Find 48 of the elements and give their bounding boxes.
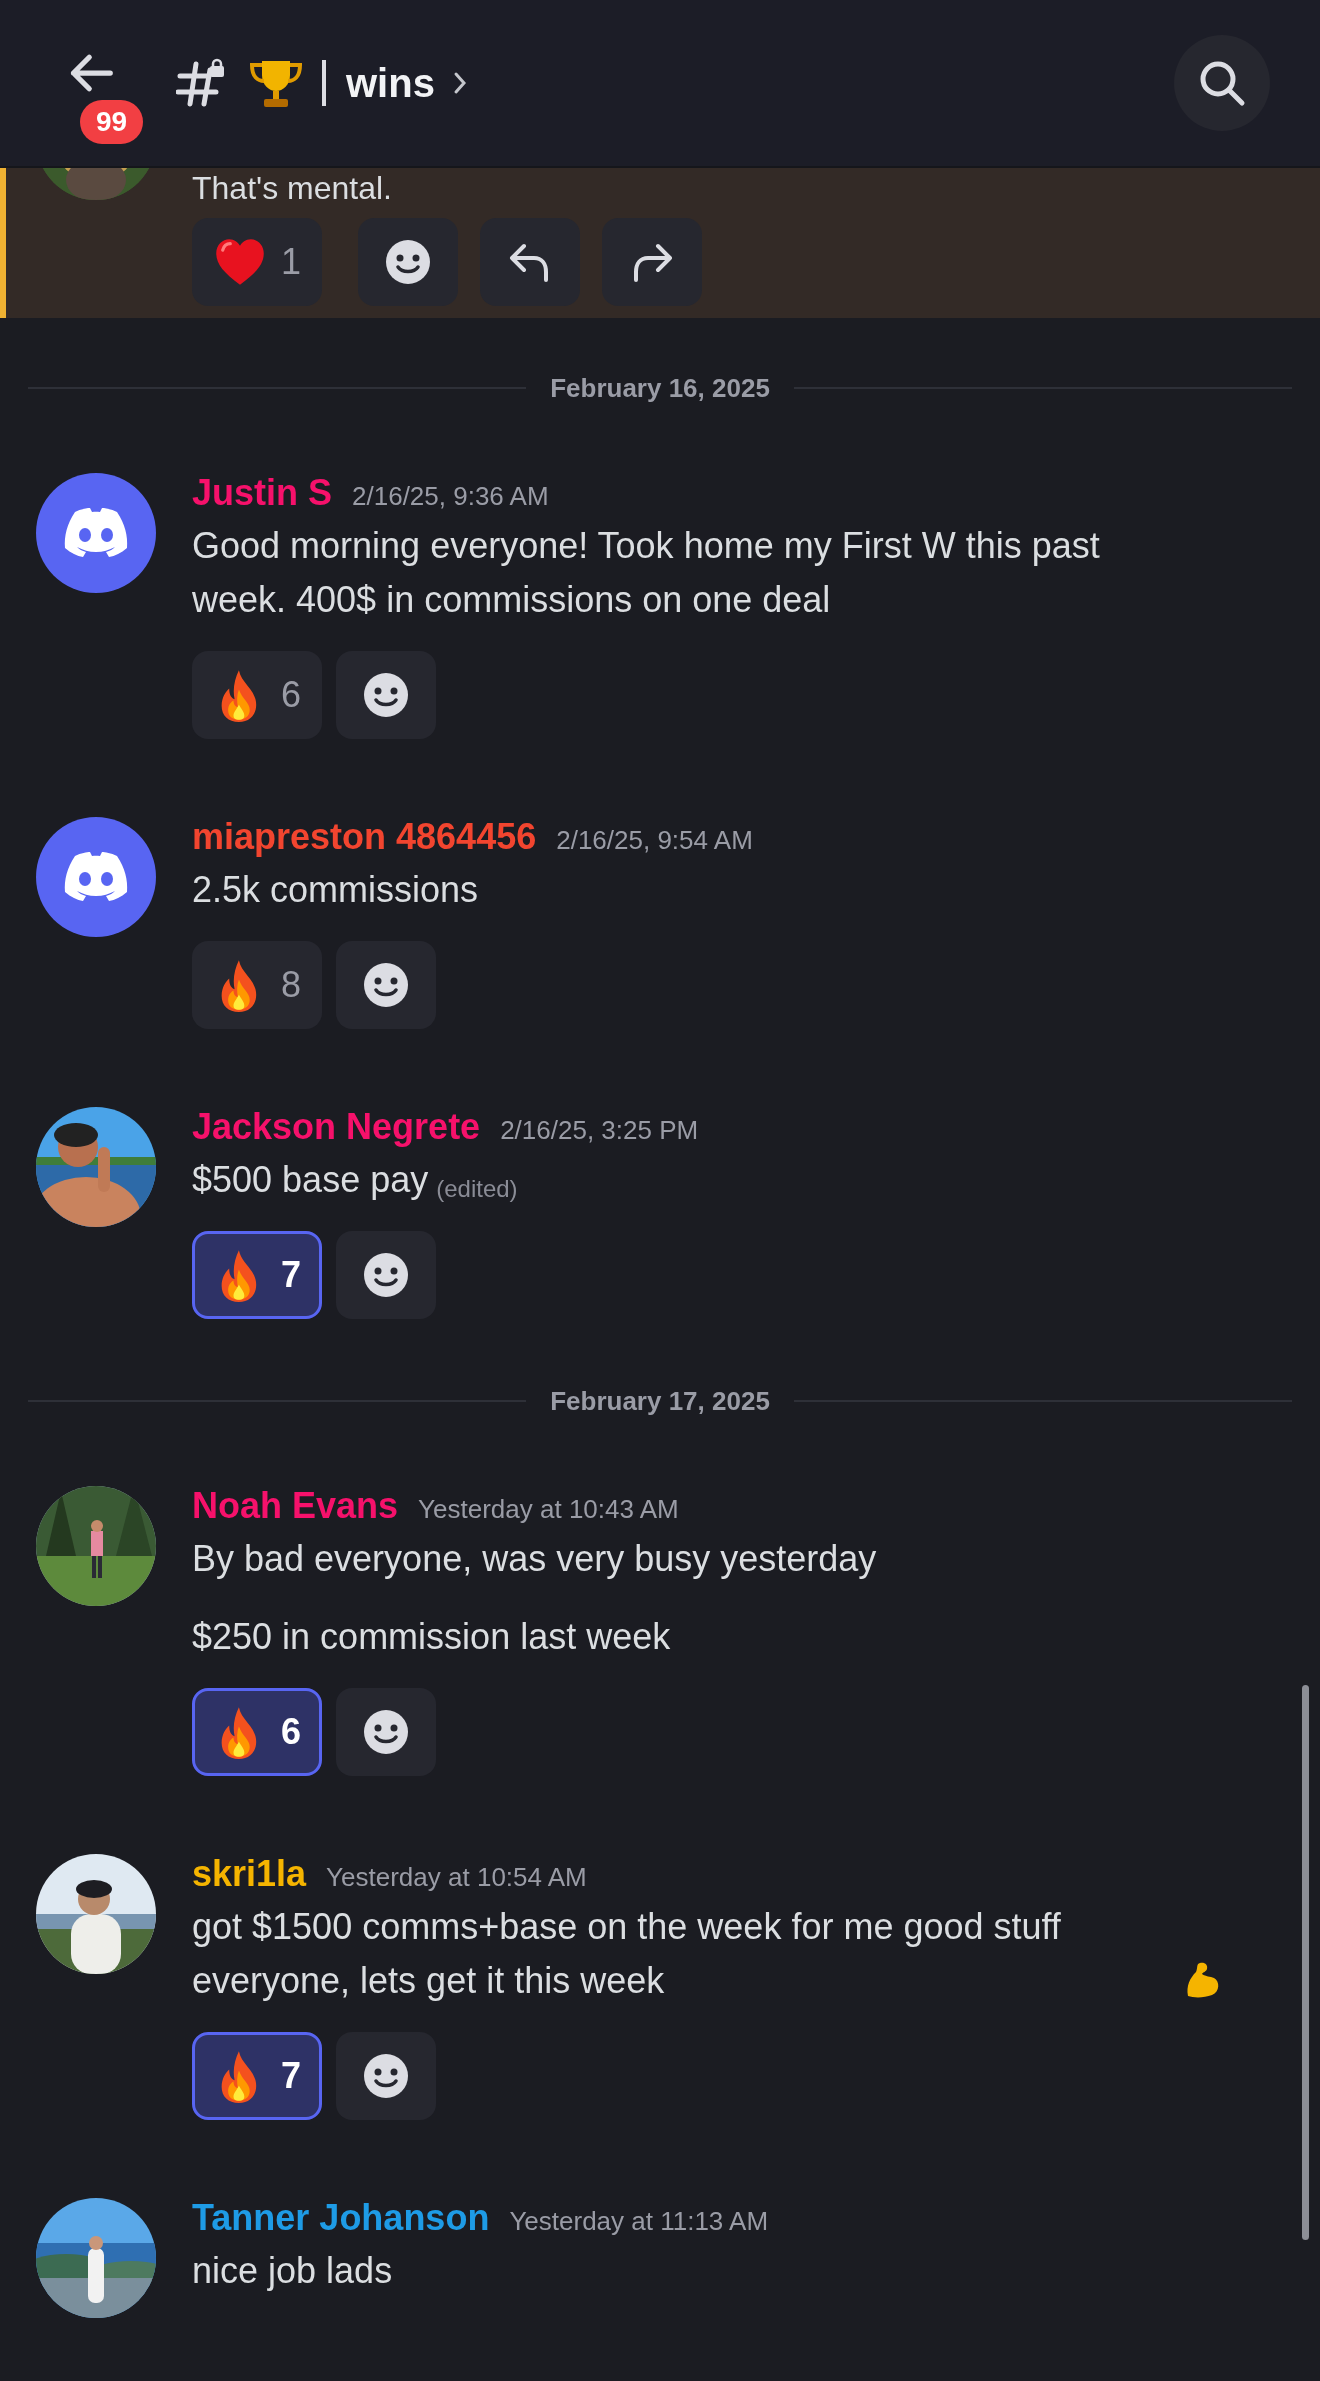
smile-icon xyxy=(385,239,432,285)
timestamp: 2/16/25, 3:25 PM xyxy=(500,1114,699,1147)
reaction-button[interactable]: 6 xyxy=(192,651,323,739)
unread-badge: 99 xyxy=(80,100,144,144)
locked-channel-icon xyxy=(176,58,226,108)
smile-icon xyxy=(363,1709,410,1755)
add-reaction-button[interactable] xyxy=(336,2032,437,2120)
chevron-icon xyxy=(452,71,467,95)
date-divider: February 16, 2025 xyxy=(550,371,770,405)
scrollbar[interactable] xyxy=(1302,1685,1309,2240)
smile-icon xyxy=(363,1252,410,1298)
message-text: nice job lads xyxy=(192,2249,394,2293)
smile-icon xyxy=(363,2053,410,2099)
add-reaction-button[interactable] xyxy=(358,218,459,306)
message-text: $500 base pay xyxy=(192,1158,429,1202)
forward-button[interactable] xyxy=(602,218,703,306)
date-divider: February 17, 2025 xyxy=(550,1384,770,1418)
author-name[interactable]: Jackson Negrete xyxy=(192,1107,481,1147)
add-reaction-button[interactable] xyxy=(336,941,437,1029)
author-name[interactable]: Noah Evans xyxy=(192,1486,399,1526)
add-reaction-button[interactable] xyxy=(336,1688,437,1776)
reaction-button[interactable]: 8 xyxy=(192,941,323,1029)
add-reaction-button[interactable] xyxy=(336,651,437,739)
author-name[interactable]: miapreston 4864456 xyxy=(192,817,537,857)
message-text: 2.5k commissions xyxy=(192,868,480,912)
author-name[interactable]: skri1la xyxy=(192,1854,307,1894)
message-text: By bad everyone, was very busy yesterday xyxy=(192,1537,877,1581)
timestamp: Yesterday at 10:54 AM xyxy=(326,1861,587,1894)
reaction-button[interactable]: 7 xyxy=(192,1231,323,1319)
message-text: $250 in commission last week xyxy=(192,1615,672,1659)
edited-label: (edited) xyxy=(436,1174,518,1204)
channel-name[interactable]: wins xyxy=(346,53,467,113)
reply-button[interactable] xyxy=(480,218,581,306)
reaction-button[interactable]: 6 xyxy=(192,1688,323,1776)
message-text: got $1500 comms+base on the week for me good stuff everyone, lets get it this week xyxy=(192,1905,1062,2003)
timestamp: 2/16/25, 9:36 AM xyxy=(352,480,549,513)
reaction-button[interactable]: 7 xyxy=(192,2032,323,2120)
reaction-button[interactable]: 1 xyxy=(192,218,323,306)
author-name[interactable]: Justin S xyxy=(192,473,333,513)
message-text: Good morning everyone! Took home my First W this past week. 400$ in commissions on one deal xyxy=(192,524,1101,622)
message-text: That's mental. xyxy=(192,170,393,206)
timestamp: Yesterday at 10:43 AM xyxy=(418,1493,679,1526)
timestamp: Yesterday at 11:13 AM xyxy=(509,2205,769,2238)
author-name[interactable]: Tanner Johanson xyxy=(192,2198,490,2238)
add-reaction-button[interactable] xyxy=(336,1231,437,1319)
timestamp: 2/16/25, 9:54 AM xyxy=(556,824,753,857)
smile-icon xyxy=(363,962,410,1008)
smile-icon xyxy=(363,672,410,718)
